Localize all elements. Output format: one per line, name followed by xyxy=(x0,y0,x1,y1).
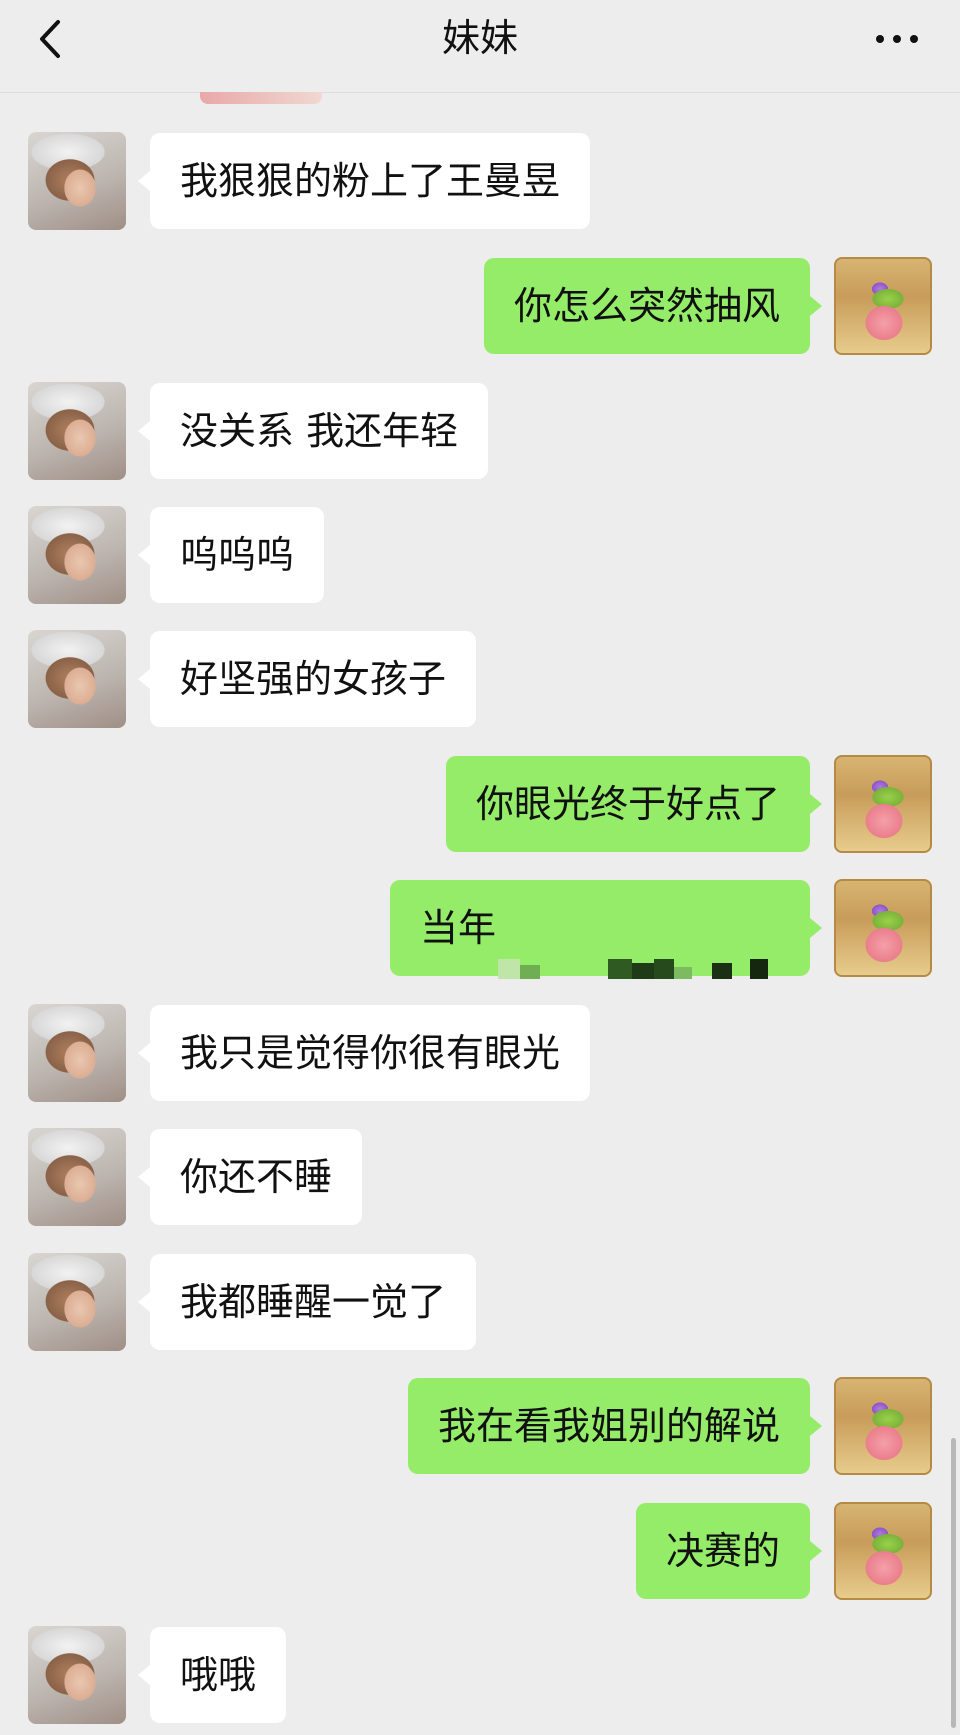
message-text: 我狠狠的粉上了王曼昱 xyxy=(180,159,561,203)
message-text: 我只是觉得你很有眼光 xyxy=(180,1031,561,1075)
message-bubble-sent[interactable]: 你眼光终于好点了 xyxy=(445,756,823,852)
message-bubble-sent[interactable]: 决赛的 xyxy=(635,1503,823,1599)
message-bubble-received[interactable]: 哦哦 xyxy=(137,1627,287,1723)
contact-avatar[interactable] xyxy=(28,1253,126,1351)
message-text: 没关系 我还年轻 xyxy=(180,409,459,453)
self-avatar[interactable] xyxy=(834,1377,932,1475)
self-avatar[interactable] xyxy=(834,879,932,977)
message-bubble-sent[interactable]: 你怎么突然抽风 xyxy=(483,258,823,354)
censored-mosaic xyxy=(498,920,778,1016)
self-avatar[interactable] xyxy=(834,1502,932,1600)
message-bubble-sent[interactable]: 当年 xyxy=(390,880,822,979)
message-bubble-received[interactable]: 没关系 我还年轻 xyxy=(137,383,489,479)
contact-avatar[interactable] xyxy=(28,132,126,230)
message-text: 我在看我姐别的解说 xyxy=(437,1404,780,1448)
message-text: 当年 xyxy=(420,906,497,950)
contact-avatar[interactable] xyxy=(28,1128,126,1226)
message-bubble-received[interactable]: 呜呜呜 xyxy=(137,507,325,603)
contact-avatar[interactable] xyxy=(28,1004,126,1102)
message-text: 呜呜呜 xyxy=(180,533,295,577)
message-bubble-sent[interactable]: 我在看我姐别的解说 xyxy=(407,1378,823,1474)
message-text: 我都睡醒一觉了 xyxy=(180,1280,447,1324)
message-text: 好坚强的女孩子 xyxy=(180,657,447,701)
message-text: 你眼光终于好点了 xyxy=(475,782,780,826)
message-text: 你还不睡 xyxy=(180,1155,333,1199)
contact-avatar[interactable] xyxy=(28,382,126,480)
chat-area: 我狠狠的粉上了王曼昱你怎么突然抽风没关系 我还年轻 呜呜呜好坚强的女孩子你眼光终于… xyxy=(0,0,960,1735)
contact-avatar[interactable] xyxy=(28,1626,126,1724)
message-text: 决赛的 xyxy=(665,1529,780,1573)
message-text: 哦哦 xyxy=(180,1653,257,1697)
message-bubble-received[interactable]: 我只是觉得你很有眼光 xyxy=(137,1005,591,1101)
contact-avatar[interactable] xyxy=(28,630,126,728)
message-text: 你怎么突然抽风 xyxy=(513,284,780,328)
contact-avatar[interactable] xyxy=(28,506,126,604)
self-avatar[interactable] xyxy=(834,755,932,853)
message-bubble-received[interactable]: 你还不睡 xyxy=(137,1129,363,1225)
self-avatar[interactable] xyxy=(834,257,932,355)
message-bubble-received[interactable]: 我都睡醒一觉了 xyxy=(137,1254,477,1350)
message-bubble-received[interactable]: 我狠狠的粉上了王曼昱 xyxy=(137,133,591,229)
message-bubble-received[interactable]: 好坚强的女孩子 xyxy=(137,631,477,727)
scrollbar[interactable] xyxy=(951,1438,956,1728)
